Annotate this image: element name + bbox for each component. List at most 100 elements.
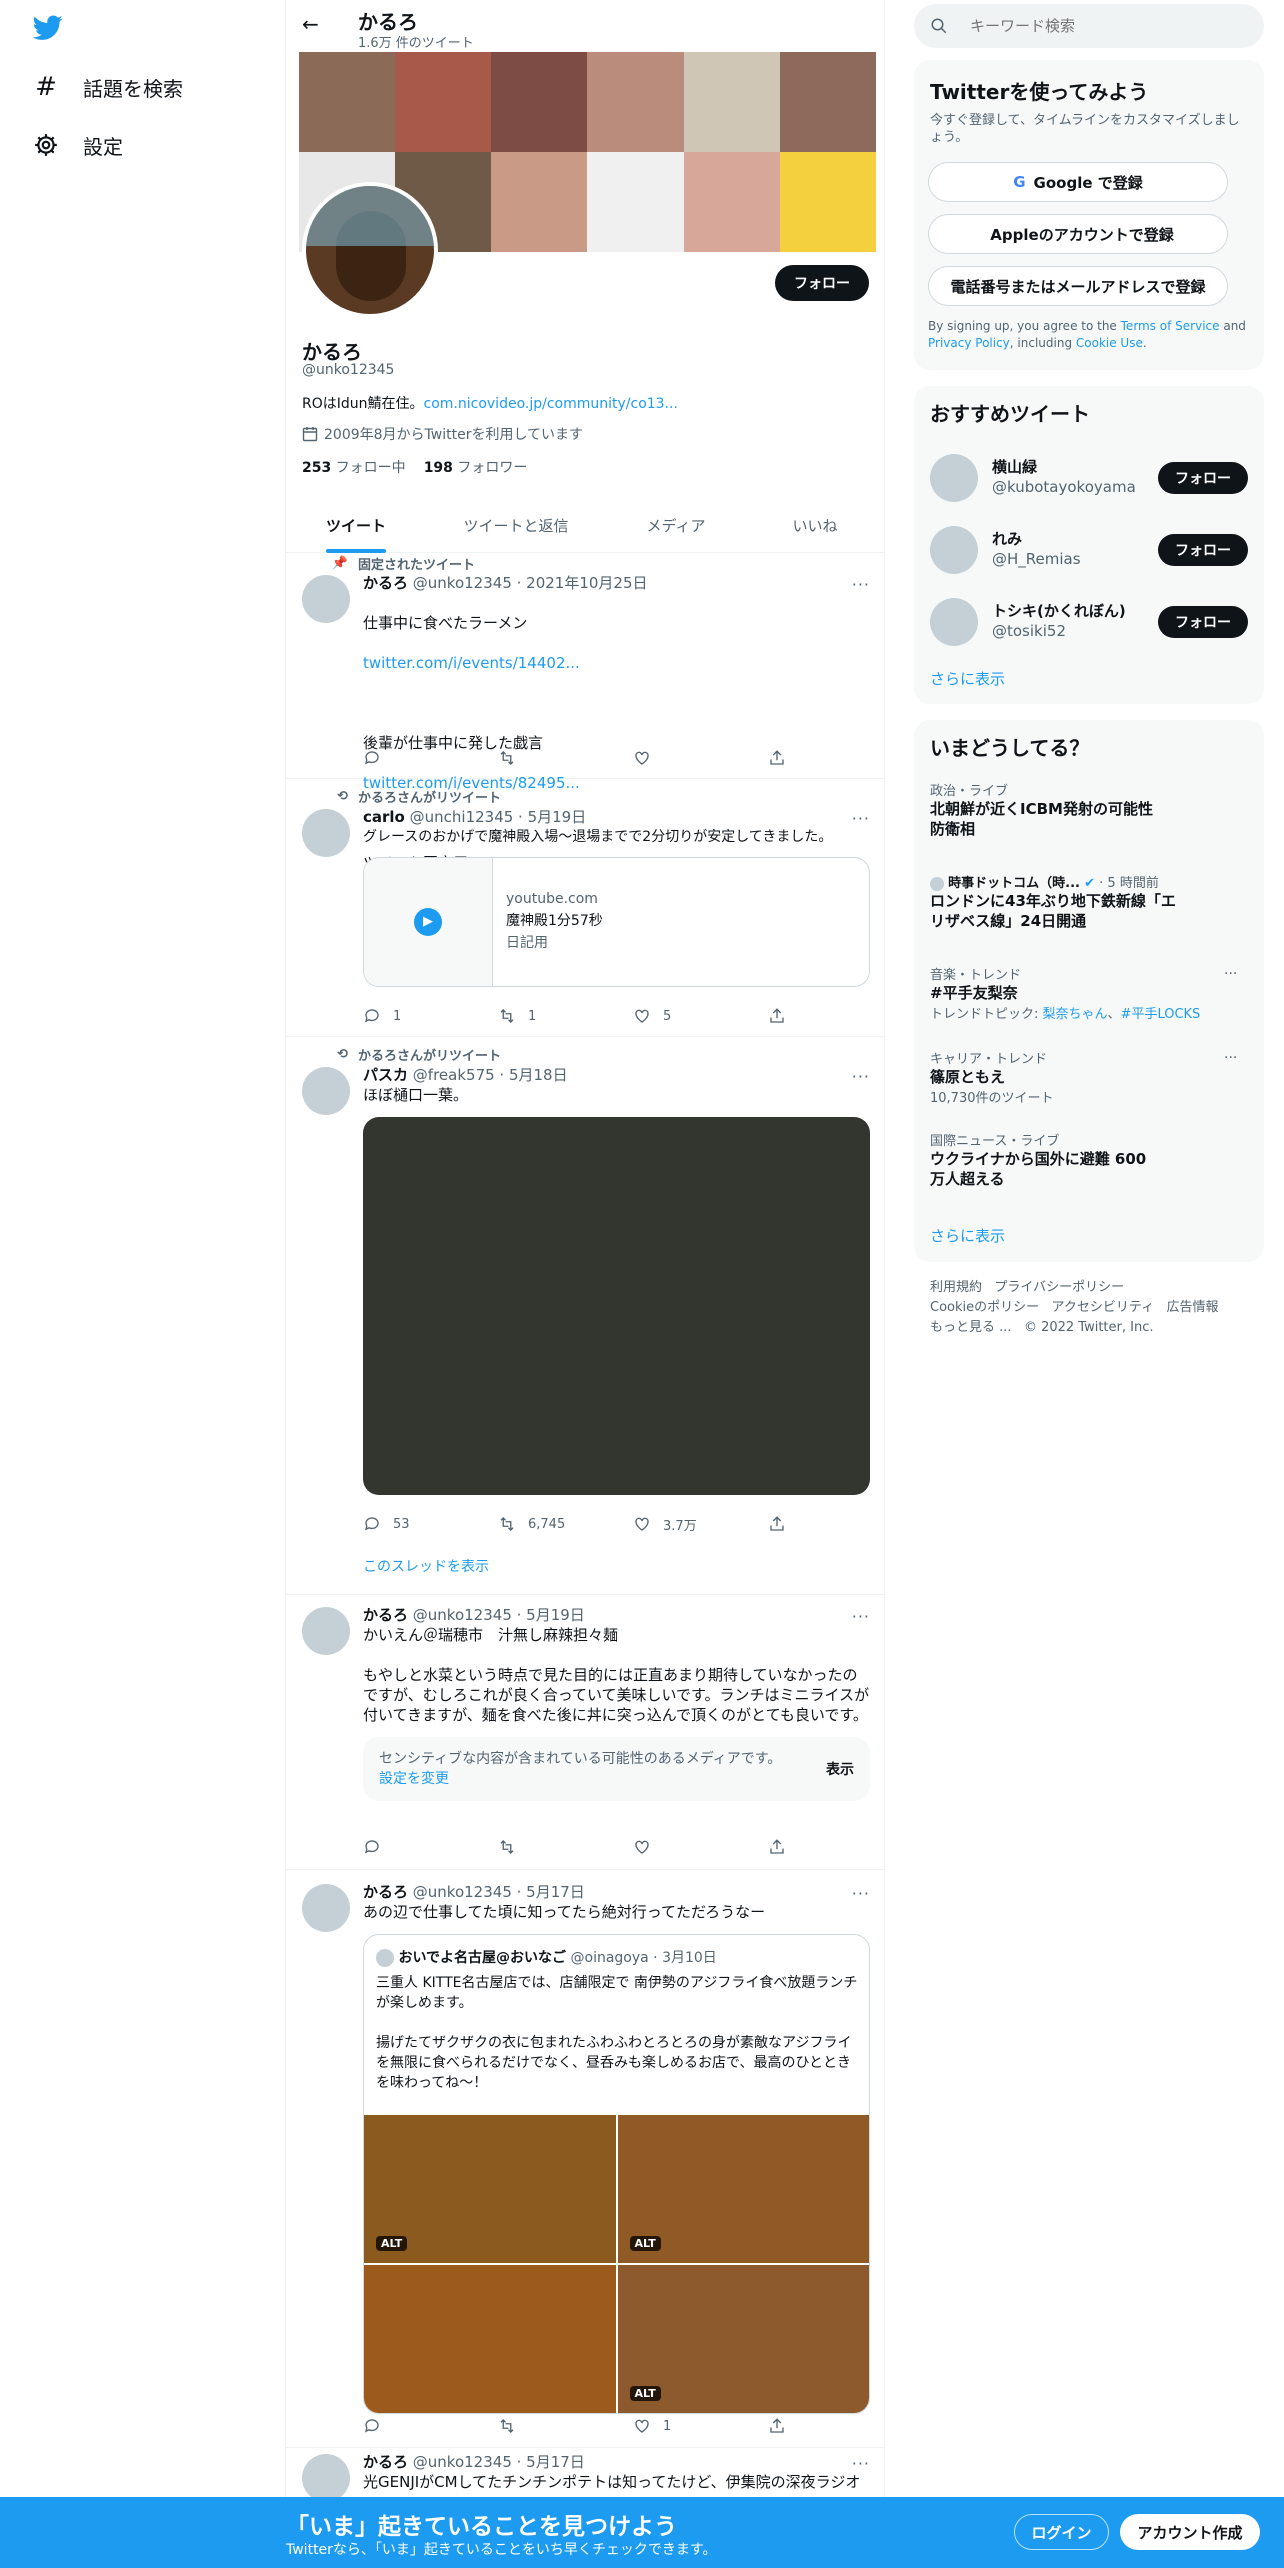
- share-button[interactable]: [768, 1006, 788, 1026]
- followers-stat[interactable]: 198 フォロワー: [424, 457, 528, 477]
- alt-badge[interactable]: ALT: [629, 2386, 661, 2401]
- tab-tweets[interactable]: ツイート: [286, 500, 426, 553]
- signup-button[interactable]: アカウント作成: [1120, 2514, 1260, 2550]
- follow-button[interactable]: フォロー: [1158, 534, 1248, 566]
- avatar[interactable]: [302, 575, 350, 623]
- retweet-button[interactable]: [498, 748, 608, 768]
- more-options-icon[interactable]: ···: [852, 2454, 870, 2473]
- avatar[interactable]: [930, 454, 978, 502]
- tab-media[interactable]: メディア: [606, 500, 746, 553]
- alt-badge[interactable]: ALT: [629, 2236, 661, 2251]
- twitter-logo-icon[interactable]: [33, 15, 63, 41]
- show-media-button[interactable]: 表示: [826, 1759, 854, 1779]
- tweet-media-image[interactable]: [363, 1117, 870, 1495]
- follow-button[interactable]: フォロー: [1158, 606, 1248, 638]
- privacy-link[interactable]: Privacy Policy: [928, 336, 1010, 350]
- follow-button[interactable]: フォロー: [1158, 462, 1248, 494]
- more-options-icon[interactable]: ···: [1224, 1050, 1237, 1066]
- profile-avatar[interactable]: [302, 182, 438, 318]
- like-button[interactable]: [633, 1837, 743, 1857]
- retweet-button[interactable]: [498, 2416, 608, 2436]
- show-thread-link[interactable]: このスレッドを表示: [363, 1556, 489, 1576]
- avatar[interactable]: [302, 809, 350, 857]
- nav-explore[interactable]: # 話題を検索: [33, 67, 183, 107]
- more-options-icon[interactable]: ···: [852, 1884, 870, 1903]
- trend-item[interactable]: 時事ドットコム（時... ✔ · 5 時間前 ロンドンに43年ぶり地下鉄新線「エ…: [930, 872, 1240, 931]
- reply-button[interactable]: 53: [363, 1514, 473, 1534]
- terms-link[interactable]: Terms of Service: [1121, 319, 1220, 333]
- quote-image[interactable]: [364, 2265, 616, 2413]
- back-arrow-icon[interactable]: ←: [302, 12, 319, 36]
- footer-cookie-link[interactable]: Cookieのポリシー: [930, 1300, 1039, 1315]
- avatar[interactable]: [302, 1884, 350, 1932]
- share-button[interactable]: [768, 2416, 788, 2436]
- tab-tweets-replies[interactable]: ツイートと返信: [426, 500, 606, 553]
- alt-badge[interactable]: ALT: [376, 2236, 408, 2251]
- recommend-user[interactable]: 横山緑 @kubotayokoyama フォロー: [914, 442, 1264, 514]
- nav-settings[interactable]: 設定: [33, 125, 123, 165]
- quote-image[interactable]: ALT: [617, 2115, 869, 2263]
- topic-link[interactable]: 梨奈ちゃん: [1043, 1007, 1108, 1022]
- retweet-button[interactable]: 6,745: [498, 1514, 608, 1534]
- more-options-icon[interactable]: ···: [852, 1607, 870, 1626]
- recommend-user[interactable]: トシキ(かくれぼん) @tosiki52 フォロー: [914, 586, 1264, 658]
- cookie-link[interactable]: Cookie Use: [1076, 336, 1143, 350]
- following-stat[interactable]: 253 フォロー中: [302, 457, 406, 477]
- trend-item[interactable]: 国際ニュース・ライブ ウクライナから国外に避難 600万人超える: [930, 1130, 1230, 1189]
- share-button[interactable]: [768, 1837, 788, 1857]
- avatar[interactable]: [930, 526, 978, 574]
- trend-item[interactable]: 政治・ライブ 北朝鮮が近くICBM発射の可能性 防衛相: [930, 780, 1230, 839]
- like-button[interactable]: [633, 748, 743, 768]
- tweet-item[interactable]: 📌 固定されたツイート かるろ @unko12345 · 2021年10月25日…: [286, 553, 886, 872]
- reply-button[interactable]: [363, 2416, 473, 2436]
- avatar[interactable]: [302, 1607, 350, 1655]
- more-options-icon[interactable]: ···: [852, 1067, 870, 1086]
- search-bar[interactable]: [914, 4, 1264, 48]
- like-button[interactable]: 3.7万: [633, 1514, 743, 1534]
- footer-ads-link[interactable]: 広告情報: [1167, 1300, 1219, 1315]
- avatar[interactable]: [302, 2454, 350, 2502]
- footer-privacy-link[interactable]: プライバシーポリシー: [994, 1280, 1124, 1295]
- recommend-user[interactable]: れみ @H_Remias フォロー: [914, 514, 1264, 586]
- phone-email-signup-button[interactable]: 電話番号またはメールアドレスで登録: [928, 266, 1228, 306]
- google-signup-button[interactable]: G Google で登録: [928, 162, 1228, 202]
- quote-image[interactable]: ALT: [617, 2265, 869, 2413]
- follow-button[interactable]: フォロー: [775, 265, 869, 301]
- tweet-item[interactable]: かるろ @unko12345 · 5月17日 あの辺で仕事してた頃に知ってたら絶…: [286, 1870, 886, 2448]
- more-options-icon[interactable]: ···: [852, 575, 870, 594]
- trend-item[interactable]: 音楽・トレンド #平手友梨奈 トレンドトピック: 梨奈ちゃん、#平手LOCKS: [930, 964, 1250, 1022]
- tweet-item[interactable]: ⟲ かるろさんがリツイート パスカ @freak575 · 5月18日 ほぼ樋口…: [286, 1037, 886, 1595]
- more-options-icon[interactable]: ···: [852, 809, 870, 828]
- tweet-item[interactable]: かるろ @unko12345 · 5月19日 かいえん＠瑞穂市 汁無し麻辣担々麺…: [286, 1595, 886, 1870]
- apple-signup-button[interactable]: Appleのアカウントで登録: [928, 214, 1228, 254]
- tab-likes[interactable]: いいね: [746, 500, 884, 553]
- reply-button[interactable]: [363, 748, 473, 768]
- share-button[interactable]: [768, 1514, 788, 1534]
- footer-terms-link[interactable]: 利用規約: [930, 1280, 982, 1295]
- like-button[interactable]: 5: [633, 1006, 743, 1026]
- login-button[interactable]: ログイン: [1014, 2514, 1109, 2550]
- trend-item[interactable]: キャリア・トレンド 篠原ともえ 10,730件のツイート: [930, 1048, 1230, 1106]
- show-more-link[interactable]: さらに表示: [930, 1225, 1005, 1246]
- quoted-tweet[interactable]: おいでよ名古屋@おいなご @oinagoya · 3月10日 三重人 KITTE…: [363, 1934, 870, 2414]
- tweet-item[interactable]: ⟲ かるろさんがリツイート carlo @unchi12345 · 5月19日 …: [286, 779, 886, 1037]
- bio-link[interactable]: com.nicovideo.jp/community/co13...: [424, 396, 678, 412]
- show-more-link[interactable]: さらに表示: [930, 668, 1005, 689]
- more-options-icon[interactable]: ···: [1224, 966, 1237, 982]
- avatar[interactable]: [302, 1067, 350, 1115]
- share-button[interactable]: [768, 748, 788, 768]
- footer-accessibility-link[interactable]: アクセシビリティ: [1052, 1300, 1155, 1315]
- avatar[interactable]: [930, 598, 978, 646]
- search-input[interactable]: [970, 14, 1240, 38]
- retweet-button[interactable]: 1: [498, 1006, 608, 1026]
- quote-image[interactable]: ALT: [364, 2115, 616, 2263]
- retweet-button[interactable]: [498, 1837, 608, 1857]
- footer-more-link[interactable]: もっと見る ...: [930, 1320, 1012, 1335]
- link-card[interactable]: ▶ youtube.com 魔神殿1分57秒 日記用: [363, 857, 870, 987]
- like-button[interactable]: 1: [633, 2416, 743, 2436]
- reply-button[interactable]: 1: [363, 1006, 473, 1026]
- topic-link[interactable]: #平手LOCKS: [1121, 1007, 1201, 1022]
- change-settings-link[interactable]: 設定を変更: [379, 1771, 449, 1787]
- reply-button[interactable]: [363, 1837, 473, 1857]
- tweet-link[interactable]: twitter.com/i/events/14402...: [363, 653, 870, 673]
